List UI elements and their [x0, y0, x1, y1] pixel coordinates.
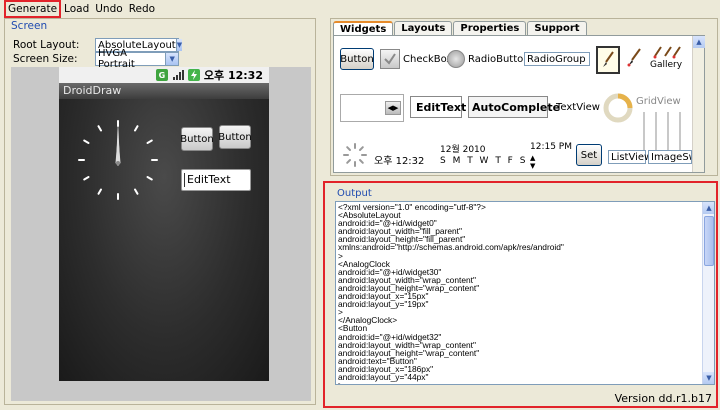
gallery-icon	[653, 46, 681, 59]
screen-panel: Screen Root Layout: AbsoluteLayout ▼ Scr…	[4, 18, 316, 405]
widget-digital-clock[interactable]: 오후 12:32	[374, 152, 424, 167]
widget-radiogroup[interactable]: RadioGroup	[524, 52, 590, 66]
widget-checkbox-label: CheckBox	[403, 53, 453, 65]
brush-icon[interactable]	[596, 46, 620, 74]
timepicker-value: 12:15 PM	[530, 142, 572, 152]
tab-support[interactable]: Support	[527, 21, 587, 35]
progress-ring-icon[interactable]	[602, 92, 634, 124]
widget-datepicker-month[interactable]: 12월 2010	[440, 142, 486, 155]
chevron-down-icon[interactable]: ▼	[175, 39, 183, 51]
version-label: Version dd.r1.b17	[614, 392, 712, 405]
output-code: <?xml version="1.0" encoding="utf-8"?> <…	[338, 202, 564, 384]
widget-spinner[interactable]: ◀▶	[340, 94, 404, 122]
scroll-thumb[interactable]	[704, 216, 714, 266]
loading-spinner-icon	[343, 143, 367, 167]
paint-brush-icon[interactable]	[626, 48, 642, 68]
device-button-2[interactable]: Button	[218, 125, 252, 149]
chevron-up-icon[interactable]: ▲	[530, 154, 535, 162]
analog-clock[interactable]	[73, 115, 163, 205]
root-layout-label: Root Layout:	[13, 39, 80, 51]
chevron-down-icon[interactable]: ▼	[165, 53, 178, 65]
device-screen: G 오후 12:32 DroidDraw Button Button EditT…	[59, 67, 269, 381]
widget-radiobutton[interactable]: RadioButton	[447, 50, 530, 68]
widget-listview[interactable]: ListView	[608, 150, 652, 164]
screen-panel-title: Screen	[11, 20, 48, 32]
widget-gallery-label: Gallery	[650, 60, 683, 70]
widget-autocomplete[interactable]: AutoComplete	[468, 96, 560, 118]
device-title-bar: DroidDraw	[59, 83, 269, 99]
output-title: Output	[337, 188, 372, 199]
widget-radiobutton-label: RadioButton	[468, 53, 530, 65]
screen-size-select[interactable]: HVGA Portrait ▼	[95, 48, 179, 70]
widget-datepicker-weekdays: S M T W T F S	[440, 156, 528, 166]
device-edittext[interactable]: EditText	[181, 169, 251, 191]
menu-load[interactable]: Load	[61, 2, 92, 16]
widget-imageswitcher[interactable]: ImageSwitcher	[648, 150, 692, 164]
widget-panel: Widgets Layouts Properties Support Butto…	[330, 18, 718, 176]
scroll-up-icon[interactable]: ▲	[703, 202, 714, 214]
widget-palette: Button CheckBox RadioButton RadioGroup G…	[333, 35, 705, 173]
widget-set-button[interactable]: Set	[576, 144, 602, 166]
checkbox-icon	[380, 49, 400, 69]
palette-scrollbar[interactable]: ▲	[692, 36, 705, 172]
widget-edittext[interactable]: EditText	[410, 96, 466, 118]
output-scrollbar[interactable]: ▲ ▼	[702, 202, 714, 384]
signal-icon	[172, 69, 184, 81]
menu-generate[interactable]: Generate	[4, 0, 62, 18]
radio-icon	[447, 50, 465, 68]
scroll-up-icon[interactable]: ▲	[693, 36, 705, 48]
screen-size-row: Screen Size: HVGA Portrait ▼	[13, 48, 179, 70]
widget-checkbox[interactable]: CheckBox	[380, 49, 452, 69]
output-panel: Output <?xml version="1.0" encoding="utf…	[323, 181, 718, 408]
menu-redo[interactable]: Redo	[126, 2, 158, 16]
gridview-lines-icon	[636, 112, 690, 150]
spinner-arrows-icon[interactable]: ◀▶	[385, 101, 401, 115]
g-icon: G	[155, 69, 168, 81]
widget-button[interactable]: Button	[340, 48, 374, 70]
battery-charging-icon	[187, 69, 200, 81]
device-status-bar: G 오후 12:32	[59, 67, 269, 83]
output-textarea[interactable]: <?xml version="1.0" encoding="utf-8"?> <…	[335, 201, 715, 385]
screen-size-label: Screen Size:	[13, 53, 78, 65]
menu-bar: Generate Load Undo Redo	[0, 0, 720, 18]
device-button-1[interactable]: Button	[180, 127, 214, 151]
chevron-down-icon[interactable]: ▼	[530, 162, 535, 170]
widget-gallery[interactable]: Gallery	[650, 46, 682, 70]
tab-properties[interactable]: Properties	[453, 21, 527, 35]
scroll-down-icon[interactable]: ▼	[703, 372, 714, 384]
widget-textview[interactable]: TextView	[556, 102, 600, 113]
status-time: 오후 12:32	[203, 69, 263, 82]
menu-undo[interactable]: Undo	[92, 2, 125, 16]
widget-timepicker[interactable]: 12:15 PM ▲ ▼	[530, 142, 572, 170]
tab-layouts[interactable]: Layouts	[394, 21, 453, 35]
widget-gridview[interactable]: GridView	[636, 96, 681, 107]
